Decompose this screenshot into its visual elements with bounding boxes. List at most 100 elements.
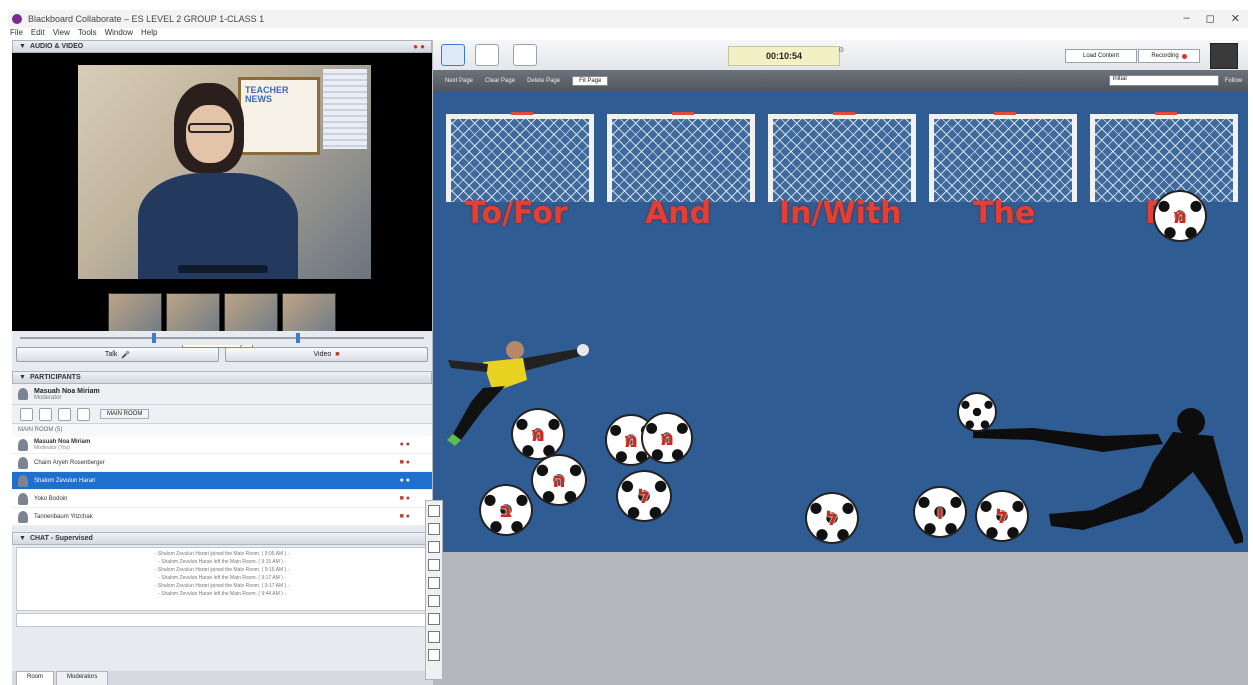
fit-page-select[interactable]: Fit Page (572, 76, 609, 86)
goal-label: In/With (779, 196, 902, 231)
whiteboard-floor (433, 552, 1248, 685)
collapse-icon[interactable]: ▼ (19, 43, 26, 50)
soccer-goal (929, 112, 1077, 202)
eraser-tool-icon[interactable] (428, 631, 440, 643)
next-page-button[interactable]: Next Page (445, 78, 473, 84)
application-share-icon[interactable] (475, 44, 499, 66)
video-button[interactable]: Video ■ (225, 347, 428, 362)
follow-button[interactable]: Follow (1225, 78, 1242, 84)
participant-status-icons: ■ ● (399, 513, 410, 520)
page-select[interactable]: Initial (1108, 75, 1219, 86)
chat-header[interactable]: ▼ CHAT - Supervised (12, 532, 432, 545)
search-participant-icon[interactable] (20, 407, 33, 421)
soccer-ball[interactable]: ל (805, 492, 859, 544)
bottom-tabs: Room Moderators (12, 671, 436, 685)
chat-message: - Shalom Zevulun Harari left the Main Ro… (158, 559, 286, 565)
chat-input[interactable] (16, 613, 428, 627)
participant-row[interactable]: Tannenbaum Yitzchak ■ ● (12, 508, 432, 526)
soccer-ball[interactable]: ה (531, 454, 587, 506)
hand-raise-icon[interactable] (58, 407, 71, 421)
copy-icon[interactable] (39, 407, 52, 421)
soccer-ball[interactable]: מ (511, 408, 565, 460)
soccer-ball-plain[interactable] (957, 392, 997, 432)
camera-icon: ■ (335, 351, 340, 358)
text-tool-icon[interactable] (428, 577, 440, 589)
participant-status-icons: ■ ● (399, 495, 410, 502)
whiteboard-tool-icon[interactable] (441, 44, 465, 66)
user-avatar-icon (18, 456, 28, 469)
select-tool-icon[interactable] (428, 505, 440, 517)
chat-message: - Shalom Zevulun Harari left the Main Ro… (158, 591, 286, 597)
collapse-icon[interactable]: ▼ (19, 535, 26, 542)
menu-view[interactable]: View (51, 28, 72, 40)
participant-row[interactable]: Chaim Aryeh Rosenberger ■ ● (12, 454, 432, 472)
pointer-tool-icon[interactable] (428, 649, 440, 661)
menu-window[interactable]: Window (103, 28, 135, 40)
zoom-tool-icon[interactable] (428, 523, 440, 535)
video-label: Video (313, 351, 332, 358)
soccer-ball[interactable]: ב (479, 484, 533, 536)
participant-name: Yoko Bodoin (34, 495, 68, 502)
load-content-button[interactable]: Load Content (1065, 49, 1137, 63)
options-icon[interactable] (77, 407, 90, 421)
soccer-ball[interactable]: מ (641, 412, 693, 464)
soccer-ball[interactable]: ל (975, 490, 1029, 542)
participant-name: Tannenbaum Yitzchak (34, 513, 93, 520)
participant-list: Masuah Noa Miriam Moderator (You) ● ● Ch… (12, 436, 432, 526)
tab-room[interactable]: Room (16, 671, 55, 685)
participant-status-icons: ■ ● (399, 459, 410, 466)
minimize-button[interactable]: – (1184, 12, 1190, 25)
maximize-button[interactable]: ◻ (1206, 12, 1215, 25)
drawing-tools (425, 500, 443, 680)
current-user-role: Moderator (34, 394, 62, 401)
participant-name: Shalom Zevulun Harari (34, 477, 96, 484)
recording-button[interactable]: Recording (1138, 49, 1200, 63)
rectangle-tool-icon[interactable] (428, 595, 440, 607)
web-tour-icon[interactable] (513, 44, 537, 66)
collapse-icon[interactable]: ▼ (19, 374, 26, 381)
highlighter-tool-icon[interactable] (428, 559, 440, 571)
soccer-ball[interactable]: ו (913, 486, 967, 538)
menu-edit[interactable]: Edit (29, 28, 47, 40)
ball-letter: מ (1172, 204, 1188, 228)
tab-moderators[interactable]: Moderators (56, 671, 109, 685)
menu-file[interactable]: File (8, 28, 25, 40)
timer-settings-icon[interactable]: ⚙ (838, 46, 844, 54)
soccer-goal (768, 112, 916, 202)
audio-video-header[interactable]: ▼ AUDIO & VIDEO ● ● (12, 40, 432, 53)
mic-volume-knob[interactable] (152, 333, 156, 343)
menu-tools[interactable]: Tools (76, 28, 99, 40)
speaker-volume-knob[interactable] (296, 333, 300, 343)
participant-row-selected[interactable]: Shalom Zevulun Harari ● ● (12, 472, 432, 490)
menu-help[interactable]: Help (139, 28, 159, 40)
line-tool-icon[interactable] (428, 613, 440, 625)
microphone-icon: 🎤 (121, 351, 131, 359)
video-area: TEACHER NEWS Tannenbaum Yitzym (12, 53, 432, 348)
load-content-label: Load Content (1082, 53, 1120, 59)
talk-button[interactable]: Talk 🎤 (16, 347, 219, 362)
pen-tool-icon[interactable] (428, 541, 440, 553)
clear-page-button[interactable]: Clear Page (485, 78, 515, 84)
participants-title: PARTICIPANTS (29, 374, 81, 381)
volume-sliders (12, 331, 432, 345)
window-controls: – ◻ ✕ (1184, 12, 1240, 25)
participant-row[interactable]: Masuah Noa Miriam Moderator (You) ● ● (12, 436, 432, 454)
audio-video-title: AUDIO & VIDEO (29, 43, 84, 50)
chat-message: - Shalom Zevulun Harari joined the Main … (154, 583, 290, 589)
chat-history: - Shalom Zevulun Harari joined the Main … (16, 547, 428, 611)
delete-page-button[interactable]: Delete Page (527, 78, 560, 84)
participants-header[interactable]: ▼ PARTICIPANTS (12, 371, 432, 384)
participant-row[interactable]: Yoko Bodoin ■ ● (12, 490, 432, 508)
close-button[interactable]: ✕ (1231, 12, 1240, 25)
volume-slider-track[interactable] (20, 337, 424, 339)
soccer-ball[interactable]: ל (616, 470, 672, 522)
main-room-button[interactable]: MAIN ROOM (100, 409, 150, 419)
whiteboard-canvas[interactable]: To/For And In/With The From (433, 92, 1248, 552)
recording-label: Recording (1151, 53, 1179, 59)
poster: TEACHER NEWS (238, 77, 320, 155)
soccer-goal (446, 112, 594, 202)
window-title: Blackboard Collaborate – ES LEVEL 2 GROU… (28, 14, 265, 24)
audio-video-header-icons[interactable]: ● ● (413, 42, 425, 51)
chat-message: - Shalom Zevulun Harari joined the Main … (154, 551, 290, 557)
soccer-ball[interactable]: מ (1153, 190, 1207, 242)
